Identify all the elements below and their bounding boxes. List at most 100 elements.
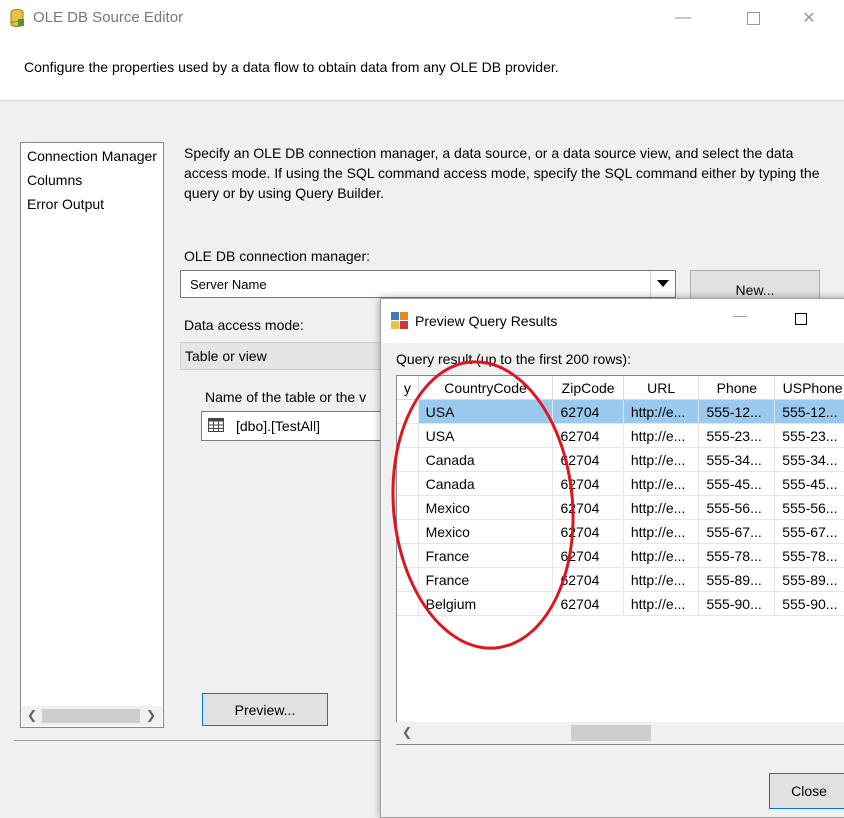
column-header[interactable]: Phone — [698, 376, 776, 400]
close-button[interactable]: Close — [769, 773, 844, 809]
table-cell[interactable]: USA — [418, 399, 554, 424]
connection-manager-dropdown[interactable]: Server Name — [180, 270, 676, 298]
scroll-right-icon[interactable]: ❯ — [146, 708, 156, 722]
close-window-button[interactable]: ✕ — [786, 0, 832, 36]
table-name-value: [dbo].[TestAll] — [236, 418, 321, 434]
connection-manager-value: Server Name — [190, 277, 267, 292]
data-access-mode-label: Data access mode: — [184, 317, 304, 333]
table-cell[interactable]: Canada — [418, 447, 554, 472]
table-cell[interactable]: 62704 — [552, 567, 624, 592]
maximize-button[interactable] — [730, 0, 776, 36]
column-header[interactable]: USPhone — [774, 376, 844, 400]
table-cell[interactable]: http://e... — [623, 519, 700, 544]
table-cell[interactable]: 62704 — [552, 495, 624, 520]
table-cell[interactable]: http://e... — [623, 399, 700, 424]
table-row[interactable]: USA 62704 http://e... 555-12... 555-12... — [397, 399, 844, 424]
table-cell[interactable]: 555-78... — [698, 543, 776, 568]
table-cell[interactable]: 555-23... — [698, 423, 776, 448]
table-cell[interactable]: http://e... — [623, 591, 700, 616]
table-cell[interactable]: 62704 — [552, 447, 624, 472]
table-cell[interactable] — [397, 423, 419, 448]
scroll-left-icon[interactable]: ❮ — [402, 725, 412, 739]
table-row[interactable]: Canada 62704 http://e... 555-45... 555-45... — [397, 471, 844, 496]
table-row[interactable]: Canada 62704 http://e... 555-34... 555-34... — [397, 447, 844, 472]
table-row[interactable]: France 62704 http://e... 555-89... 555-89... — [397, 567, 844, 592]
page-navigation-list[interactable]: Connection Manager Columns Error Output … — [20, 142, 164, 728]
table-cell[interactable]: http://e... — [623, 447, 700, 472]
table-cell[interactable]: http://e... — [623, 423, 700, 448]
table-cell[interactable]: 555-34... — [698, 447, 776, 472]
table-cell[interactable] — [397, 567, 419, 592]
preview-button[interactable]: Preview... — [202, 693, 328, 726]
table-cell[interactable]: 62704 — [552, 399, 624, 424]
table-cell[interactable]: 555-78... — [774, 543, 844, 568]
table-cell[interactable]: 555-90... — [698, 591, 776, 616]
table-row[interactable]: Belgium 62704 http://e... 555-90... 555-90..… — [397, 591, 844, 616]
table-row[interactable]: Mexico 62704 http://e... 555-67... 555-67... — [397, 519, 844, 544]
table-cell[interactable]: Mexico — [418, 495, 554, 520]
minimize-icon: — — [675, 9, 691, 26]
table-cell[interactable]: 555-89... — [774, 567, 844, 592]
column-header[interactable]: CountryCode — [418, 376, 554, 400]
table-row[interactable]: Mexico 62704 http://e... 555-56... 555-56... — [397, 495, 844, 520]
table-cell[interactable]: http://e... — [623, 471, 700, 496]
dropdown-button[interactable] — [650, 271, 675, 297]
table-cell[interactable]: 62704 — [552, 471, 624, 496]
table-cell[interactable]: France — [418, 543, 554, 568]
scrollbar-thumb[interactable] — [42, 709, 140, 723]
table-cell[interactable] — [397, 495, 419, 520]
table-cell[interactable] — [397, 447, 419, 472]
close-button-label: Close — [791, 783, 827, 799]
nav-item-connection-manager[interactable]: Connection Manager — [27, 148, 157, 164]
table-cell[interactable] — [397, 471, 419, 496]
table-cell[interactable]: 555-23... — [774, 423, 844, 448]
table-row[interactable]: USA 62704 http://e... 555-23... 555-23... — [397, 423, 844, 448]
table-cell[interactable]: 555-67... — [698, 519, 776, 544]
dialog-minimize-icon[interactable]: — — [733, 307, 753, 323]
maximize-icon — [746, 11, 760, 25]
nav-horizontal-scrollbar[interactable]: ❮ ❯ — [22, 706, 162, 726]
table-cell[interactable]: http://e... — [623, 543, 700, 568]
data-access-mode-dropdown[interactable]: Table or view — [180, 342, 390, 370]
table-cell[interactable] — [397, 591, 419, 616]
table-cell[interactable]: 555-56... — [698, 495, 776, 520]
results-grid[interactable]: y CountryCode ZipCode URL Phone USPhone … — [396, 375, 844, 745]
table-cell[interactable]: 555-56... — [774, 495, 844, 520]
table-cell[interactable] — [397, 399, 419, 424]
minimize-button[interactable]: — — [660, 0, 706, 36]
table-cell[interactable]: 555-45... — [698, 471, 776, 496]
table-cell[interactable]: USA — [418, 423, 554, 448]
column-header[interactable]: y — [397, 376, 419, 400]
nav-item-error-output[interactable]: Error Output — [27, 196, 104, 212]
table-cell[interactable]: France — [418, 567, 554, 592]
scrollbar-thumb[interactable] — [571, 725, 651, 741]
column-header[interactable]: URL — [623, 376, 700, 400]
grid-horizontal-scrollbar[interactable]: ❮ — [396, 722, 844, 744]
dialog-maximize-icon[interactable] — [795, 313, 807, 325]
table-name-dropdown[interactable]: [dbo].[TestAll] — [201, 411, 391, 441]
table-cell[interactable]: 62704 — [552, 543, 624, 568]
column-header[interactable]: ZipCode — [552, 376, 624, 400]
table-cell[interactable]: http://e... — [623, 495, 700, 520]
table-cell[interactable]: 62704 — [552, 423, 624, 448]
table-cell[interactable] — [397, 519, 419, 544]
table-cell[interactable] — [397, 543, 419, 568]
table-cell[interactable]: 62704 — [552, 519, 624, 544]
table-cell[interactable]: Belgium — [418, 591, 554, 616]
table-cell[interactable]: Canada — [418, 471, 554, 496]
query-result-caption: Query result (up to the first 200 rows): — [396, 351, 631, 367]
preview-button-label: Preview... — [234, 701, 296, 718]
table-row[interactable]: France 62704 http://e... 555-78... 555-78... — [397, 543, 844, 568]
table-cell[interactable]: 555-67... — [774, 519, 844, 544]
table-cell[interactable]: 555-45... — [774, 471, 844, 496]
table-cell[interactable]: 62704 — [552, 591, 624, 616]
table-cell[interactable]: 555-12... — [698, 399, 776, 424]
table-cell[interactable]: 555-12... — [774, 399, 844, 424]
table-cell[interactable]: http://e... — [623, 567, 700, 592]
table-cell[interactable]: 555-89... — [698, 567, 776, 592]
table-cell[interactable]: 555-90... — [774, 591, 844, 616]
nav-item-columns[interactable]: Columns — [27, 172, 82, 188]
table-cell[interactable]: Mexico — [418, 519, 554, 544]
table-cell[interactable]: 555-34... — [774, 447, 844, 472]
scroll-left-icon[interactable]: ❮ — [27, 708, 37, 722]
